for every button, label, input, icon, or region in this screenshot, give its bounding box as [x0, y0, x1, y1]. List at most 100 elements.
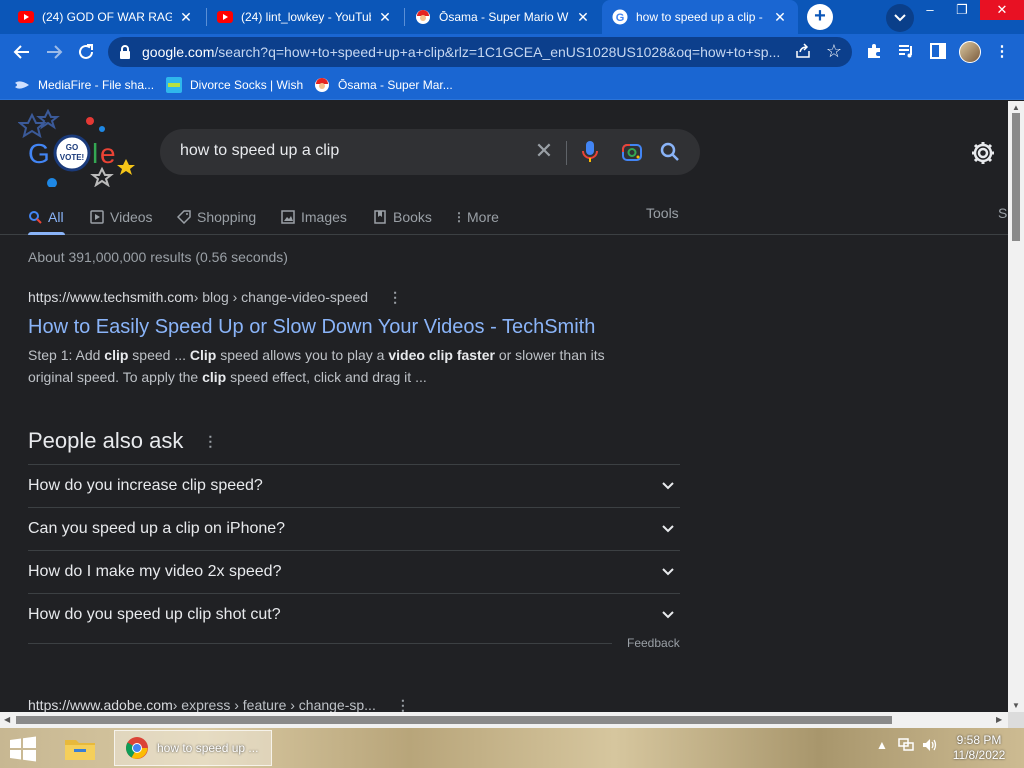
chrome-menu-icon[interactable]: ⋮ [992, 42, 1012, 62]
tab-more[interactable]: ⋮ More [453, 205, 499, 229]
close-tab-icon[interactable]: ✕ [377, 9, 393, 26]
bookmark-label: MediaFire - File sha... [38, 78, 155, 92]
search-tabs: All Videos Shopping Images Books ⋮ More [0, 201, 1008, 235]
microphone-icon[interactable] [580, 140, 600, 164]
result-domain: https://www.adobe.com [28, 697, 173, 712]
share-icon[interactable] [794, 43, 812, 61]
file-explorer-icon[interactable] [62, 732, 98, 764]
svg-text:VOTE!: VOTE! [60, 153, 84, 162]
scroll-up-arrow-icon[interactable]: ▲ [1012, 103, 1020, 112]
result-title-link[interactable]: How to Easily Speed Up or Slow Down Your… [28, 314, 648, 340]
paa-question[interactable]: Can you speed up a clip on iPhone? [28, 507, 680, 550]
browser-toolbar: google.com/search?q=how+to+speed+up+a+cl… [0, 34, 1024, 70]
back-button[interactable] [8, 38, 36, 66]
tab-search-button[interactable] [886, 4, 914, 32]
browser-tab[interactable]: (24) lint_lowkey - YouTub ✕ [207, 0, 403, 34]
url-path: /search?q=how+to+speed+up+a+clip&rlz=1C1… [214, 44, 781, 60]
browser-tab[interactable]: Ōsama - Super Mario Wi ✕ [405, 0, 601, 34]
tab-title: (24) lint_lowkey - YouTub [241, 10, 371, 24]
tab-all[interactable]: All [28, 205, 64, 229]
more-options-icon[interactable]: ⋮ [203, 433, 217, 450]
forward-button[interactable] [40, 38, 68, 66]
google-lens-icon[interactable] [620, 140, 644, 164]
search-results-page: G l e GO VOTE! how to speed up a clip ✕ [0, 101, 1008, 712]
settings-gear-icon[interactable] [970, 140, 996, 166]
paa-question[interactable]: How do you increase clip speed? [28, 464, 680, 507]
youtube-icon [18, 9, 34, 25]
bookmark-item[interactable]: Ōsama - Super Mar... [314, 76, 453, 94]
profile-avatar[interactable] [959, 41, 981, 63]
mediafire-icon [14, 77, 30, 93]
tab-label: Shopping [197, 209, 257, 225]
scroll-down-arrow-icon[interactable]: ▼ [1012, 701, 1020, 710]
horizontal-scrollbar[interactable]: ◀ ▶ [0, 712, 1008, 728]
reload-button[interactable] [72, 38, 100, 66]
search-box[interactable]: how to speed up a clip ✕ [160, 129, 700, 175]
side-panel-icon[interactable] [928, 42, 948, 62]
scroll-right-arrow-icon[interactable]: ▶ [996, 715, 1002, 724]
paa-title-text: People also ask [28, 428, 184, 453]
bookmark-star-icon[interactable]: ☆ [824, 41, 844, 63]
scroll-left-arrow-icon[interactable]: ◀ [4, 715, 10, 724]
network-icon[interactable] [898, 738, 914, 755]
lock-icon[interactable] [118, 44, 132, 60]
tab-videos[interactable]: Videos [90, 205, 153, 229]
close-tab-icon[interactable]: ✕ [772, 9, 788, 26]
bookmark-label: Ōsama - Super Mar... [338, 78, 453, 92]
minimize-button[interactable]: – [914, 0, 946, 20]
clear-search-icon[interactable]: ✕ [532, 140, 556, 164]
result-breadcrumb: › blog › change-video-speed [193, 289, 369, 305]
result-stats: About 391,000,000 results (0.56 seconds) [28, 249, 288, 265]
close-tab-icon[interactable]: ✕ [178, 9, 194, 26]
paa-question[interactable]: How do you speed up clip shot cut? [28, 593, 680, 636]
address-bar[interactable]: google.com/search?q=how+to+speed+up+a+cl… [108, 37, 852, 67]
google-doodle-logo[interactable]: G l e GO VOTE! [17, 108, 140, 188]
more-options-icon[interactable]: ⋮ [396, 697, 410, 712]
search-icon[interactable] [658, 140, 682, 164]
paa-question[interactable]: How do I make my video 2x speed? [28, 550, 680, 593]
svg-text:l: l [92, 138, 98, 169]
bookmark-item[interactable]: MediaFire - File sha... [14, 76, 154, 94]
tray-chevron-icon[interactable]: ▲ [876, 738, 888, 752]
window-close-button[interactable]: ✕ [980, 0, 1024, 20]
url-domain: google.com [142, 44, 215, 60]
tab-books[interactable]: Books [373, 205, 432, 229]
paa-question-text: How do you increase clip speed? [28, 477, 263, 494]
maximize-button[interactable]: ❐ [946, 0, 978, 20]
svg-text:e: e [100, 138, 116, 169]
tab-shopping[interactable]: Shopping [177, 205, 256, 229]
windows-start-icon[interactable] [8, 736, 38, 762]
feedback-link[interactable]: Feedback [627, 636, 680, 650]
mario-icon [314, 77, 330, 93]
tools-button[interactable]: Tools [646, 205, 679, 221]
svg-text:G: G [28, 138, 50, 169]
search-result-url[interactable]: https://www.adobe.com › express › featur… [28, 697, 410, 712]
chrome-icon [126, 737, 148, 759]
clock-time: 9:58 PM [956, 733, 1002, 747]
more-options-icon[interactable]: ⋮ [388, 289, 402, 306]
result-snippet: Step 1: Add clip speed ... Clip speed al… [28, 344, 628, 388]
vertical-scroll-thumb[interactable] [1012, 113, 1020, 241]
horizontal-scroll-thumb[interactable] [16, 716, 892, 724]
bookmark-item[interactable]: Divorce Socks | Wish [166, 76, 303, 94]
search-result: https://www.techsmith.com › blog › chang… [28, 287, 648, 388]
tab-label: Books [393, 209, 432, 225]
taskbar-chrome-window[interactable]: how to speed up ... [114, 730, 272, 766]
people-also-ask-heading: People also ask ⋮ [28, 428, 217, 454]
new-tab-button[interactable]: + [807, 4, 833, 30]
system-clock[interactable]: 9:58 PM 11/8/2022 [944, 733, 1014, 763]
vertical-scrollbar[interactable]: ▲ ▼ [1008, 101, 1024, 712]
safesearch-button[interactable]: S [998, 205, 1007, 221]
extensions-icon[interactable] [864, 42, 884, 62]
tab-images[interactable]: Images [281, 205, 347, 229]
volume-icon[interactable] [922, 738, 938, 755]
result-url[interactable]: https://www.techsmith.com › blog › chang… [28, 287, 648, 307]
browser-tab-active[interactable]: G how to speed up a clip - ✕ [602, 0, 798, 34]
media-control-icon[interactable] [896, 42, 916, 62]
people-also-ask-list: How do you increase clip speed? Can you … [28, 464, 680, 636]
browser-tab[interactable]: (24) GOD OF WAR RAGN ✕ [8, 0, 204, 34]
close-tab-icon[interactable]: ✕ [575, 9, 591, 26]
tab-label: Videos [110, 209, 153, 225]
search-input[interactable]: how to speed up a clip [180, 142, 339, 160]
snippet-text: speed allows you to play a [216, 347, 389, 363]
